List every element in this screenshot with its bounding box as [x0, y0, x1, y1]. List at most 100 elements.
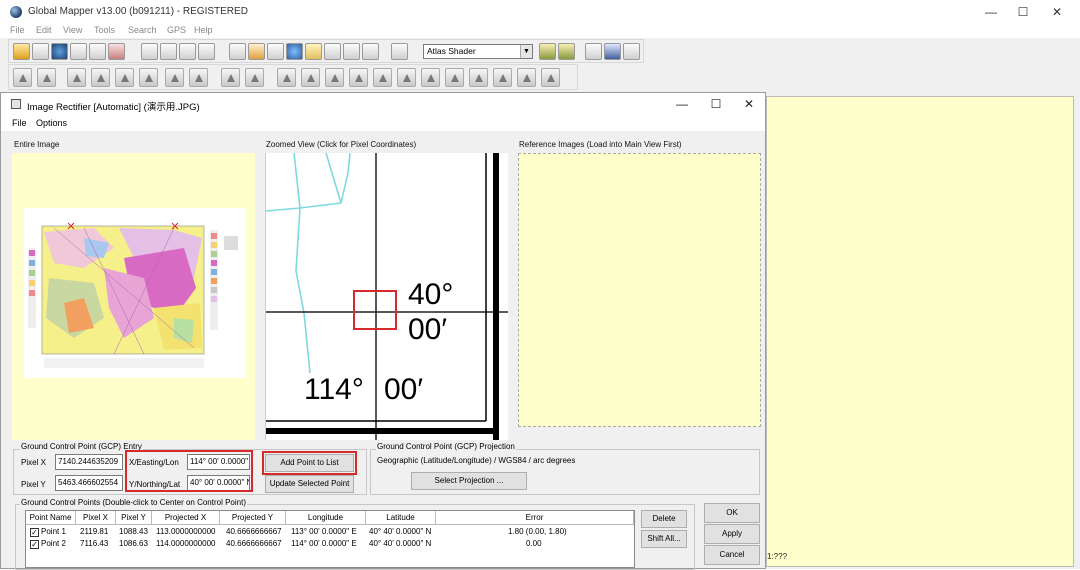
col-latitude[interactable]: Latitude — [366, 511, 436, 525]
crosshair-icon[interactable] — [623, 43, 640, 60]
dropdown-tool-icon[interactable] — [362, 43, 379, 60]
dialog-maximize-button[interactable]: ☐ — [701, 94, 731, 114]
zoom-in-icon[interactable] — [141, 43, 158, 60]
col-projected-x[interactable]: Projected X — [152, 511, 220, 525]
digitizer-tool-icon[interactable] — [115, 68, 134, 87]
digitizer-tool-icon[interactable] — [139, 68, 158, 87]
reference-images-panel[interactable] — [518, 153, 761, 427]
3d-view-icon[interactable] — [343, 43, 360, 60]
digitizer-tool-icon[interactable] — [13, 68, 32, 87]
menu-tools[interactable]: Tools — [94, 25, 115, 35]
col-longitude[interactable]: Longitude — [286, 511, 366, 525]
menu-help[interactable]: Help — [194, 25, 213, 35]
y-northing-lat-field[interactable]: 40° 00' 0.0000" N — [187, 475, 250, 491]
sun-icon[interactable] — [558, 43, 575, 60]
menu-view[interactable]: View — [63, 25, 82, 35]
x-easting-lon-field[interactable]: 114° 00' 0.0000" — [187, 454, 250, 470]
point-1-checkbox[interactable]: ✓ — [30, 528, 39, 537]
apply-button[interactable]: Apply — [704, 524, 760, 544]
gcp-list-table[interactable]: Point Name Pixel X Pixel Y Projected X P… — [25, 510, 635, 568]
digitizer-tool-icon[interactable] — [349, 68, 368, 87]
point-1-name[interactable]: Point 1 — [41, 526, 66, 538]
main-title-bar: Global Mapper v13.00 (b091211) - REGISTE… — [0, 0, 1080, 24]
digitizer-tool-icon[interactable] — [221, 68, 240, 87]
dialog-menu-options[interactable]: Options — [36, 118, 67, 128]
digitizer-toolbar — [8, 64, 578, 90]
tools-icon[interactable] — [108, 43, 125, 60]
delete-button[interactable]: Delete — [641, 510, 687, 528]
flag-icon[interactable] — [585, 43, 602, 60]
dialog-minimize-button[interactable]: — — [667, 94, 697, 114]
view-shed-icon[interactable] — [324, 43, 341, 60]
dialog-close-button[interactable]: ✕ — [734, 94, 764, 114]
col-pixel-y[interactable]: Pixel Y — [116, 511, 152, 525]
book-icon[interactable] — [604, 43, 621, 60]
col-pixel-x[interactable]: Pixel X — [76, 511, 116, 525]
maximize-button[interactable]: ☐ — [1008, 2, 1038, 22]
col-error[interactable]: Error — [436, 511, 634, 525]
shift-all-button[interactable]: Shift All... — [641, 530, 687, 548]
point-1-latitude: 40° 40' 0.0000" N — [369, 527, 432, 536]
digitizer-tool-icon[interactable] — [469, 68, 488, 87]
cancel-button[interactable]: Cancel — [704, 545, 760, 565]
digitizer-tool-icon[interactable] — [493, 68, 512, 87]
menu-gps[interactable]: GPS — [167, 25, 186, 35]
close-button[interactable]: ✕ — [1042, 2, 1072, 22]
menu-file[interactable]: File — [10, 25, 25, 35]
digitizer-tool-icon[interactable] — [541, 68, 560, 87]
config-icon[interactable] — [89, 43, 106, 60]
digitizer-tool-icon[interactable] — [397, 68, 416, 87]
open-icon[interactable] — [13, 43, 30, 60]
pixel-x-field[interactable]: 7140.244635209 — [55, 454, 123, 470]
digitizer-tool-icon[interactable] — [277, 68, 296, 87]
digitizer-tool-icon[interactable] — [301, 68, 320, 87]
entire-image-label: Entire Image — [14, 140, 60, 149]
shader-select[interactable]: Atlas Shader ▼ — [423, 44, 533, 59]
digitizer-tool-icon[interactable] — [189, 68, 208, 87]
main-menubar: File Edit View Tools Search GPS Help — [0, 24, 1080, 38]
geologic-map-thumbnail[interactable] — [24, 208, 246, 378]
digitizer-tool-icon[interactable] — [421, 68, 440, 87]
pixel-y-field[interactable]: 5463.466602554 — [55, 475, 123, 491]
menu-search[interactable]: Search — [128, 25, 157, 35]
catalog-icon[interactable] — [70, 43, 87, 60]
app-title: Global Mapper v13.00 (b091211) - REGISTE… — [28, 6, 248, 17]
close-layer-icon[interactable] — [32, 43, 49, 60]
col-point-name[interactable]: Point Name — [26, 511, 76, 525]
arch-icon[interactable] — [391, 43, 408, 60]
digitizer-tool-icon[interactable] — [67, 68, 86, 87]
add-point-to-list-button[interactable]: Add Point to List — [265, 454, 354, 472]
minimize-button[interactable]: — — [976, 2, 1006, 22]
digitizer-tool-icon[interactable] — [91, 68, 110, 87]
select-icon[interactable] — [229, 43, 246, 60]
col-projected-y[interactable]: Projected Y — [220, 511, 286, 525]
globe-tool-icon[interactable] — [51, 43, 68, 60]
chevron-down-icon[interactable]: ▼ — [520, 45, 532, 58]
digitizer-tool-icon[interactable] — [325, 68, 344, 87]
update-selected-point-button[interactable]: Update Selected Point — [265, 475, 354, 493]
menu-edit[interactable]: Edit — [36, 25, 52, 35]
point-2-name[interactable]: Point 2 — [41, 538, 66, 550]
digitizer-tool-icon[interactable] — [165, 68, 184, 87]
lighting-icon[interactable] — [539, 43, 556, 60]
measure-icon[interactable] — [267, 43, 284, 60]
ok-button[interactable]: OK — [704, 503, 760, 523]
full-view-icon[interactable] — [198, 43, 215, 60]
dialog-menu-file[interactable]: File — [12, 118, 27, 128]
digitizer-tool-icon[interactable] — [37, 68, 56, 87]
select-projection-button[interactable]: Select Projection ... — [411, 472, 527, 490]
zoomed-view-panel[interactable]: 40° 00′ 114° 00′ — [265, 153, 508, 440]
info-icon[interactable] — [286, 43, 303, 60]
zoom-out-icon[interactable] — [160, 43, 177, 60]
entire-image-panel[interactable] — [12, 153, 255, 440]
point-2-checkbox[interactable]: ✓ — [30, 540, 39, 549]
path-profile-icon[interactable] — [305, 43, 322, 60]
digitizer-tool-icon[interactable] — [445, 68, 464, 87]
digitizer-tool-icon[interactable] — [373, 68, 392, 87]
map-view[interactable] — [766, 96, 1074, 567]
zoomed-view-label: Zoomed View (Click for Pixel Coordinates… — [266, 140, 417, 149]
pan-icon[interactable] — [179, 43, 196, 60]
digitizer-tool-icon[interactable] — [517, 68, 536, 87]
digitizer-tool-icon[interactable] — [245, 68, 264, 87]
digitize-icon[interactable] — [248, 43, 265, 60]
